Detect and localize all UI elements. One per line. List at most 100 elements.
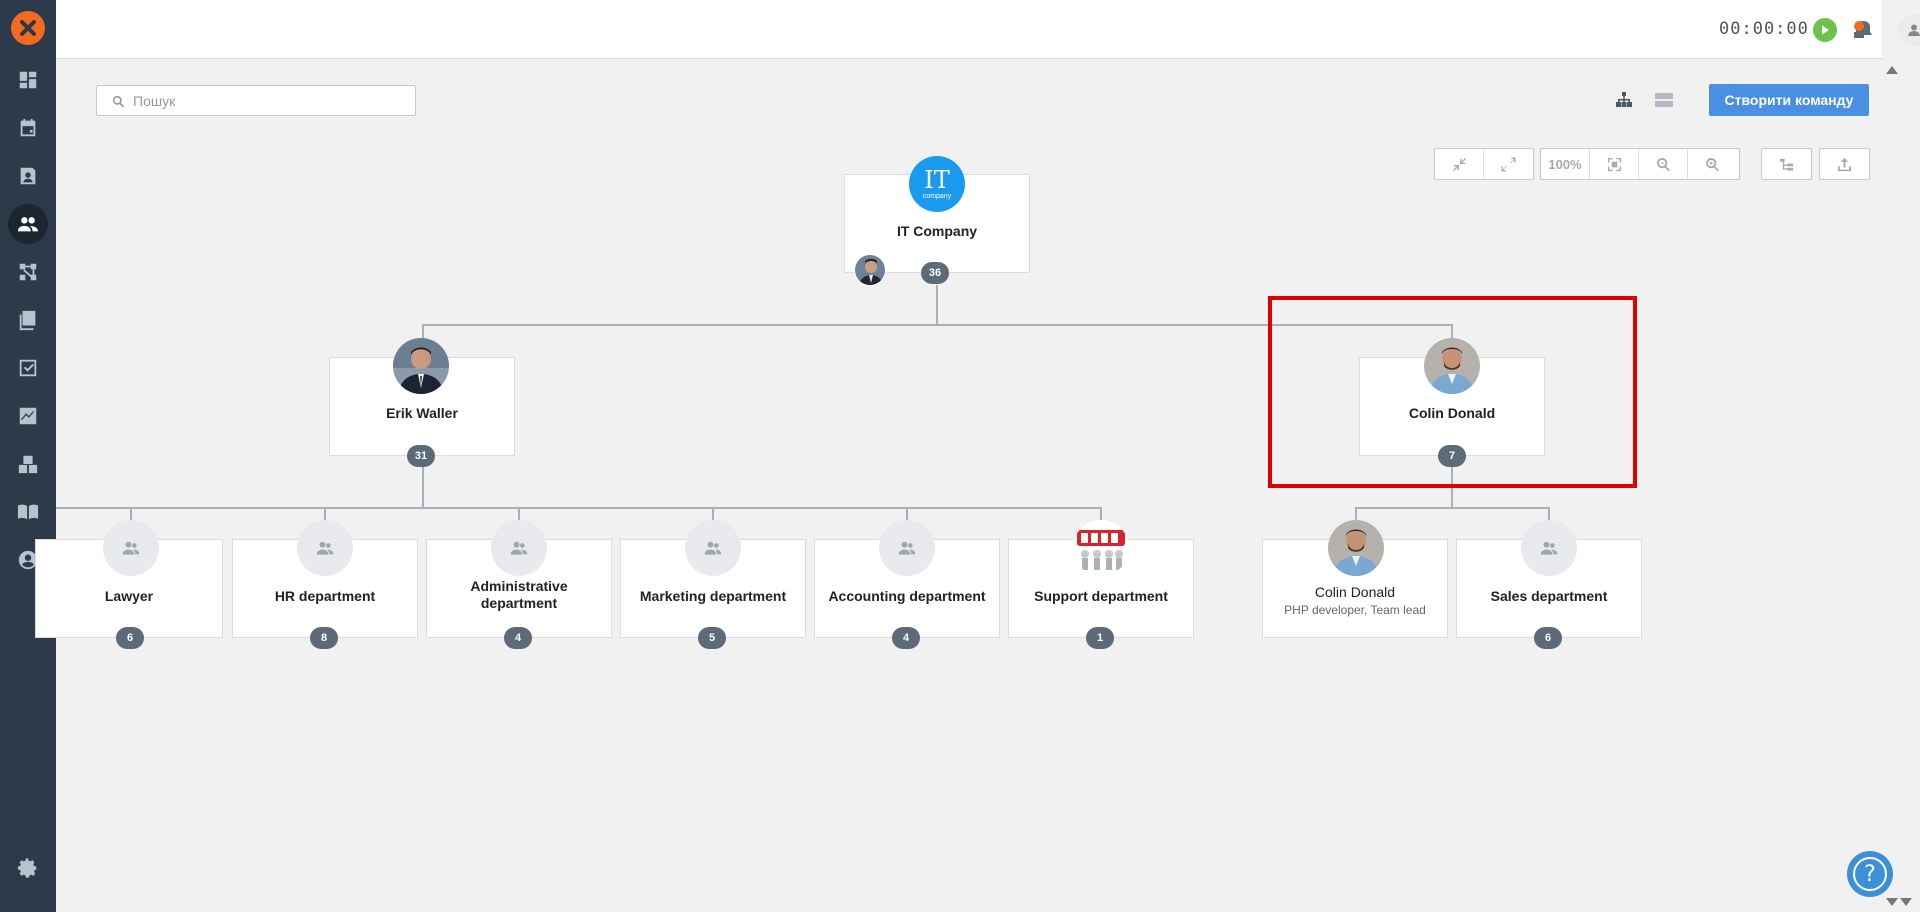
node-title: HR department xyxy=(274,588,376,604)
list-view-button[interactable] xyxy=(1653,89,1675,111)
connector-line xyxy=(906,507,908,520)
department-avatar xyxy=(685,520,741,576)
colin-donald-member-avatar xyxy=(1328,520,1384,576)
sidebar-item-workflow[interactable] xyxy=(0,250,56,294)
close-x-logo-icon xyxy=(20,20,36,36)
search-icon xyxy=(112,95,125,108)
company-logo-subtext: company xyxy=(922,192,952,200)
collapse-icon xyxy=(1452,157,1466,171)
department-avatar xyxy=(491,520,547,576)
warehouse-icon xyxy=(18,455,38,474)
connector-line xyxy=(324,507,326,520)
member-count-badge: 5 xyxy=(698,627,726,649)
node-title: Accounting department xyxy=(828,588,986,604)
connector-line xyxy=(1355,507,1550,509)
group-icon xyxy=(510,541,528,555)
erik-waller-avatar xyxy=(393,338,449,394)
export-group xyxy=(1819,148,1870,180)
person-photo xyxy=(1328,520,1384,576)
reports-icon xyxy=(19,407,37,425)
sidebar-item-contacts[interactable] xyxy=(0,154,56,198)
zoom-in-icon xyxy=(1706,157,1719,171)
page-scrollbar[interactable] xyxy=(1882,59,1920,912)
time-tracker-display: 00:00:00 xyxy=(1719,19,1809,39)
help-icon: ? xyxy=(1853,857,1887,891)
member-count-badge: 31 xyxy=(407,445,435,467)
export-button[interactable] xyxy=(1820,149,1869,179)
connector-line xyxy=(936,285,938,325)
fit-screen-icon xyxy=(1607,157,1621,171)
org-tree-icon xyxy=(1616,92,1632,107)
zoom-level-button[interactable]: 100% xyxy=(1541,149,1590,179)
node-title: IT Company xyxy=(896,223,978,239)
scroll-up-icon[interactable] xyxy=(1885,64,1899,76)
layout-toggle-button[interactable] xyxy=(1762,149,1811,179)
workflow-icon xyxy=(19,263,37,281)
knowledge-base-icon xyxy=(17,504,39,520)
collapse-expand-group xyxy=(1434,148,1534,180)
notifications-icon xyxy=(1854,21,1872,38)
group-icon xyxy=(704,541,722,555)
collapse-all-button[interactable] xyxy=(1435,149,1484,179)
support-image xyxy=(1073,520,1129,576)
zoom-in-button[interactable] xyxy=(1688,149,1737,179)
person-photo xyxy=(393,338,449,394)
department-avatar xyxy=(297,520,353,576)
group-icon xyxy=(122,541,140,555)
member-count-badge: 6 xyxy=(116,627,144,649)
member-count-badge: 1 xyxy=(1086,627,1114,649)
node-title: Erik Waller xyxy=(386,405,458,421)
sidebar-item-reports[interactable] xyxy=(0,394,56,438)
sidebar-item-documents[interactable] xyxy=(0,298,56,342)
user-icon xyxy=(1908,24,1920,36)
notifications-button[interactable] xyxy=(1850,17,1876,43)
app-logo[interactable] xyxy=(11,11,45,45)
company-logo-text: IT xyxy=(924,165,950,194)
zoom-out-button[interactable] xyxy=(1639,149,1688,179)
hierarchy-layout-icon xyxy=(1779,158,1794,171)
sidebar xyxy=(0,0,56,912)
create-team-button[interactable]: Створити команду xyxy=(1709,84,1869,116)
connector-line xyxy=(130,507,132,520)
node-title: Administrative department xyxy=(470,578,568,611)
root-manager-avatar[interactable] xyxy=(854,254,886,286)
node-title: Sales department xyxy=(1490,588,1608,604)
sidebar-item-dashboard[interactable] xyxy=(0,58,56,102)
sidebar-item-warehouse[interactable] xyxy=(0,442,56,486)
top-bar: 00:00:00 xyxy=(56,0,1920,59)
group-icon xyxy=(1540,541,1558,555)
member-count-badge: 4 xyxy=(892,627,920,649)
user-menu-button[interactable] xyxy=(1898,14,1920,46)
search-input[interactable] xyxy=(133,91,403,111)
zoom-out-icon xyxy=(1656,157,1670,171)
sidebar-item-tasks[interactable] xyxy=(0,346,56,390)
member-count-badge: 8 xyxy=(310,627,338,649)
dashboard-icon xyxy=(19,71,37,89)
search-box xyxy=(96,85,416,116)
tasks-icon xyxy=(19,359,37,377)
help-button[interactable]: ? xyxy=(1847,851,1893,897)
group-icon xyxy=(316,541,334,555)
department-avatar xyxy=(1521,520,1577,576)
tree-view-button[interactable] xyxy=(1613,89,1635,111)
sidebar-item-calendar[interactable] xyxy=(0,106,56,150)
person-photo xyxy=(855,255,885,285)
department-avatar xyxy=(879,520,935,576)
sidebar-item-team[interactable] xyxy=(0,202,56,246)
start-timer-button[interactable] xyxy=(1813,18,1837,42)
gear-icon xyxy=(17,858,37,878)
fit-screen-button[interactable] xyxy=(1590,149,1639,179)
member-name: Colin Donald xyxy=(1314,584,1396,600)
sidebar-item-knowledge-base[interactable] xyxy=(0,490,56,534)
calendar-icon xyxy=(20,118,36,137)
scroll-down-alt-icon[interactable] xyxy=(1899,896,1913,908)
expand-all-button[interactable] xyxy=(1484,149,1533,179)
connector-line xyxy=(518,507,520,520)
layout-group xyxy=(1761,148,1812,180)
sidebar-item-settings[interactable] xyxy=(0,846,56,890)
play-icon xyxy=(1822,25,1829,35)
member-position: PHP developer, Team lead xyxy=(1284,603,1426,617)
connector-line xyxy=(712,507,714,520)
scroll-down-icon[interactable] xyxy=(1885,896,1899,908)
expand-icon xyxy=(1501,156,1516,172)
